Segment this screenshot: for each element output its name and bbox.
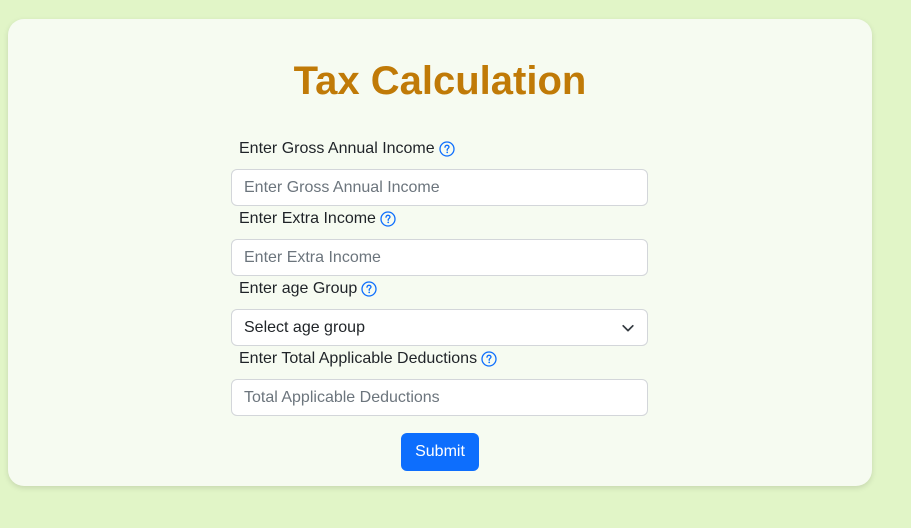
gross-income-input[interactable] [231, 169, 648, 206]
extra-income-label-text: Enter Extra Income [239, 210, 376, 227]
deductions-input[interactable] [231, 379, 648, 416]
chevron-down-icon [622, 324, 634, 331]
extra-income-label: Enter Extra Income [239, 209, 396, 229]
page-title: Tax Calculation [293, 59, 587, 103]
age-group-label-text: Enter age Group [239, 280, 358, 297]
extra-income-input[interactable] [231, 239, 648, 276]
tax-form-card: Tax Calculation Enter Gross Annual Incom… [8, 19, 872, 486]
question-circle-icon[interactable] [481, 351, 497, 367]
question-circle-icon[interactable] [439, 141, 455, 157]
submit-button[interactable]: Submit [401, 433, 479, 471]
deductions-label-text: Enter Total Applicable Deductions [239, 350, 478, 367]
age-group-label: Enter age Group [239, 279, 377, 299]
deductions-label: Enter Total Applicable Deductions [239, 349, 497, 369]
age-group-select[interactable]: Select age group [231, 309, 648, 346]
question-circle-icon[interactable] [380, 211, 396, 227]
age-group-selected-value: Select age group [244, 318, 365, 336]
gross-income-label: Enter Gross Annual Income [239, 139, 455, 159]
question-circle-icon[interactable] [361, 281, 377, 297]
gross-income-label-text: Enter Gross Annual Income [239, 140, 435, 157]
